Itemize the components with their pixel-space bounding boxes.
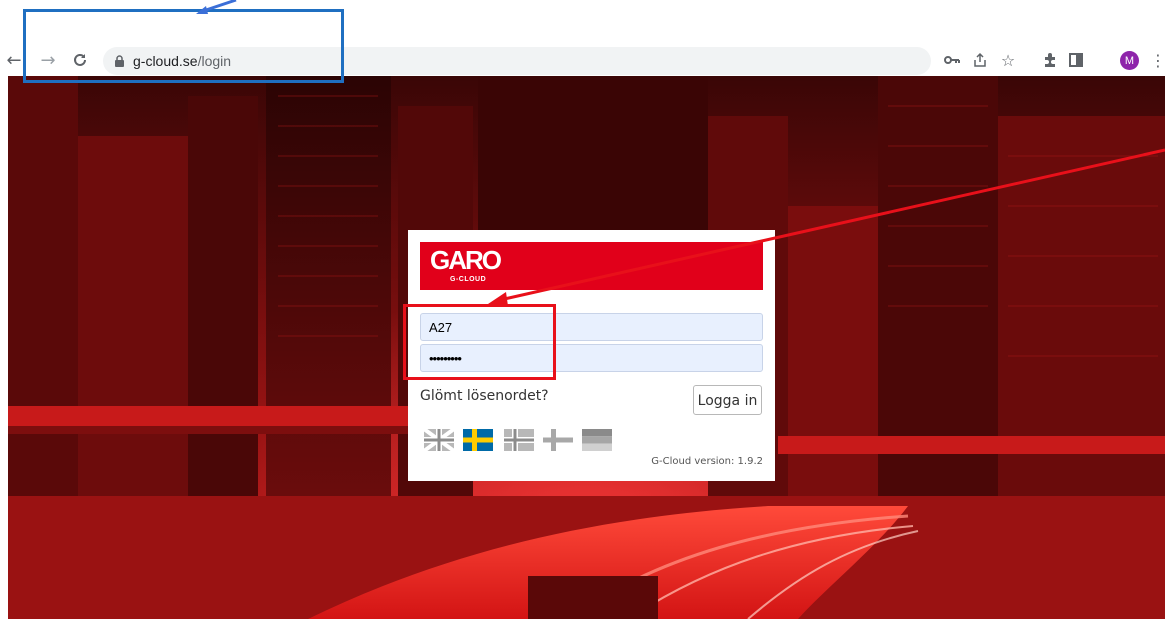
annotation-arrows xyxy=(196,0,1165,306)
annotation-arrow-red xyxy=(499,148,1165,302)
annotation-arrowhead-red xyxy=(488,292,508,306)
annotation-arrowhead-blue xyxy=(196,6,208,14)
